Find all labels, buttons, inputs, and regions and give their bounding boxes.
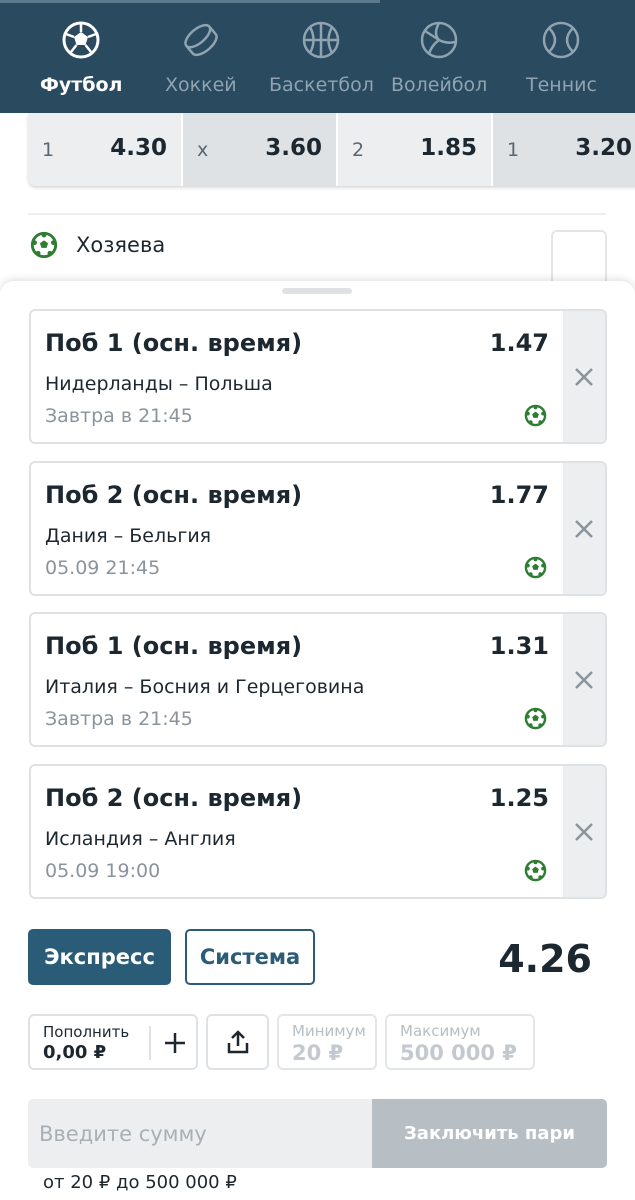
- soccer-ball-icon: [524, 556, 547, 579]
- bet-slip-sheet: Поб 1 (осн. время) 1.47 Нидерланды – Пол…: [0, 281, 635, 1200]
- bet-teams: Нидерланды – Польша: [45, 373, 273, 395]
- basketball-icon: [303, 21, 340, 59]
- odd-value: 3.60: [265, 135, 322, 161]
- bet-market: Поб 2 (осн. время): [45, 481, 303, 509]
- bet-card: Поб 1 (осн. время) 1.47 Нидерланды – Пол…: [29, 309, 607, 444]
- close-icon: [575, 367, 593, 386]
- remove-bet-button[interactable]: [563, 766, 605, 897]
- soccer-ball-icon: [30, 231, 58, 259]
- remove-bet-button[interactable]: [563, 463, 605, 594]
- place-bet-button[interactable]: Заключить пари: [372, 1099, 607, 1168]
- bet-card: Поб 2 (осн. время) 1.77 Дания – Бельгия …: [29, 461, 607, 596]
- tab-label: Футбол: [40, 74, 123, 96]
- max-label: Максимум: [400, 1022, 481, 1040]
- max-stake-box: Максимум 500 000 ₽: [385, 1014, 535, 1070]
- bet-time: 05.09 19:00: [45, 860, 161, 882]
- divider: [149, 1026, 151, 1060]
- soccer-ball-icon: [524, 707, 547, 730]
- stake-range-hint: от 20 ₽ до 500 000 ₽: [43, 1172, 237, 1193]
- odd-key: 2: [352, 139, 365, 161]
- close-icon: [575, 670, 593, 689]
- volleyball-icon: [420, 21, 458, 59]
- tab-football[interactable]: Футбол: [40, 20, 122, 96]
- bet-card: Поб 2 (осн. время) 1.25 Исландия – Англи…: [29, 764, 607, 899]
- balance-value: 0,00 ₽: [43, 1042, 107, 1063]
- remove-bet-button[interactable]: [563, 614, 605, 745]
- bet-market: Поб 1 (осн. время): [45, 329, 303, 357]
- tab-label: Теннис: [526, 74, 597, 96]
- topup-button[interactable]: [158, 1024, 192, 1062]
- divider: [28, 213, 606, 215]
- min-value: 20 ₽: [292, 1041, 344, 1065]
- hosts-label: Хозяева: [76, 233, 166, 257]
- odd-value: 1.85: [420, 135, 477, 161]
- odd-value: 3.20: [575, 135, 632, 161]
- bet-odd: 1.31: [489, 632, 549, 660]
- tab-label: Баскетбол: [269, 74, 374, 96]
- tab-volleyball[interactable]: Волейбол: [391, 20, 487, 96]
- tab-basketball[interactable]: Баскетбол: [269, 20, 374, 96]
- max-value: 500 000 ₽: [400, 1041, 517, 1065]
- total-odd: 4.26: [498, 937, 592, 981]
- tab-label: Хоккей: [165, 74, 237, 96]
- tab-label: Волейбол: [391, 74, 488, 96]
- tab-hockey[interactable]: Хоккей: [165, 20, 237, 96]
- hosts-row: Хозяева: [30, 231, 165, 259]
- remove-bet-button[interactable]: [563, 311, 605, 442]
- bet-odd: 1.47: [489, 329, 549, 357]
- nav-top-indicator: [0, 0, 380, 3]
- sheet-drag-handle[interactable]: [282, 288, 352, 294]
- bet-market: Поб 2 (осн. время): [45, 784, 303, 812]
- min-stake-box: Минимум 20 ₽: [277, 1014, 377, 1070]
- tennis-ball-icon: [543, 21, 580, 59]
- odd-key: 1: [507, 139, 520, 161]
- soccer-ball-icon: [524, 859, 547, 882]
- express-button[interactable]: Экспресс: [28, 929, 171, 985]
- sport-nav: Футбол Хоккей Баскетбол Волейбол Теннис: [0, 0, 635, 113]
- bet-odd: 1.77: [489, 481, 549, 509]
- bet-teams: Исландия – Англия: [45, 828, 236, 850]
- bet-market: Поб 1 (осн. время): [45, 632, 303, 660]
- stake-amount-input[interactable]: [28, 1099, 372, 1168]
- close-icon: [575, 519, 593, 538]
- bet-card: Поб 1 (осн. время) 1.31 Италия – Босния …: [29, 612, 607, 747]
- soccer-ball-icon: [62, 21, 100, 59]
- odd-cell[interactable]: 2 1.85: [338, 113, 493, 186]
- odd-value: 4.30: [110, 135, 167, 161]
- min-label: Минимум: [292, 1022, 366, 1040]
- bet-teams: Италия – Босния и Герцеговина: [45, 676, 365, 698]
- plus-icon: [165, 1033, 185, 1053]
- odd-key: x: [197, 139, 209, 161]
- soccer-ball-icon: [524, 404, 547, 427]
- bet-time: Завтра в 21:45: [45, 708, 193, 730]
- bet-time: 05.09 21:45: [45, 557, 161, 579]
- match-odds-row: 1 4.30 x 3.60 2 1.85 1 3.20: [28, 113, 635, 186]
- topup-label: Пополнить: [43, 1023, 130, 1041]
- odd-cell[interactable]: x 3.60: [183, 113, 338, 186]
- odd-key: 1: [42, 139, 55, 161]
- share-button[interactable]: [206, 1014, 269, 1070]
- odd-cell[interactable]: 1 3.20: [493, 113, 635, 186]
- hockey-puck-icon: [184, 23, 218, 57]
- odd-cell[interactable]: 1 4.30: [28, 113, 183, 186]
- close-icon: [575, 822, 593, 841]
- bet-time: Завтра в 21:45: [45, 405, 193, 427]
- balance-widget[interactable]: Пополнить 0,00 ₽: [28, 1014, 198, 1070]
- share-icon: [227, 1030, 248, 1054]
- tab-tennis[interactable]: Теннис: [526, 20, 597, 96]
- bet-odd: 1.25: [489, 784, 549, 812]
- bet-teams: Дания – Бельгия: [45, 525, 212, 547]
- system-button[interactable]: Система: [185, 929, 315, 985]
